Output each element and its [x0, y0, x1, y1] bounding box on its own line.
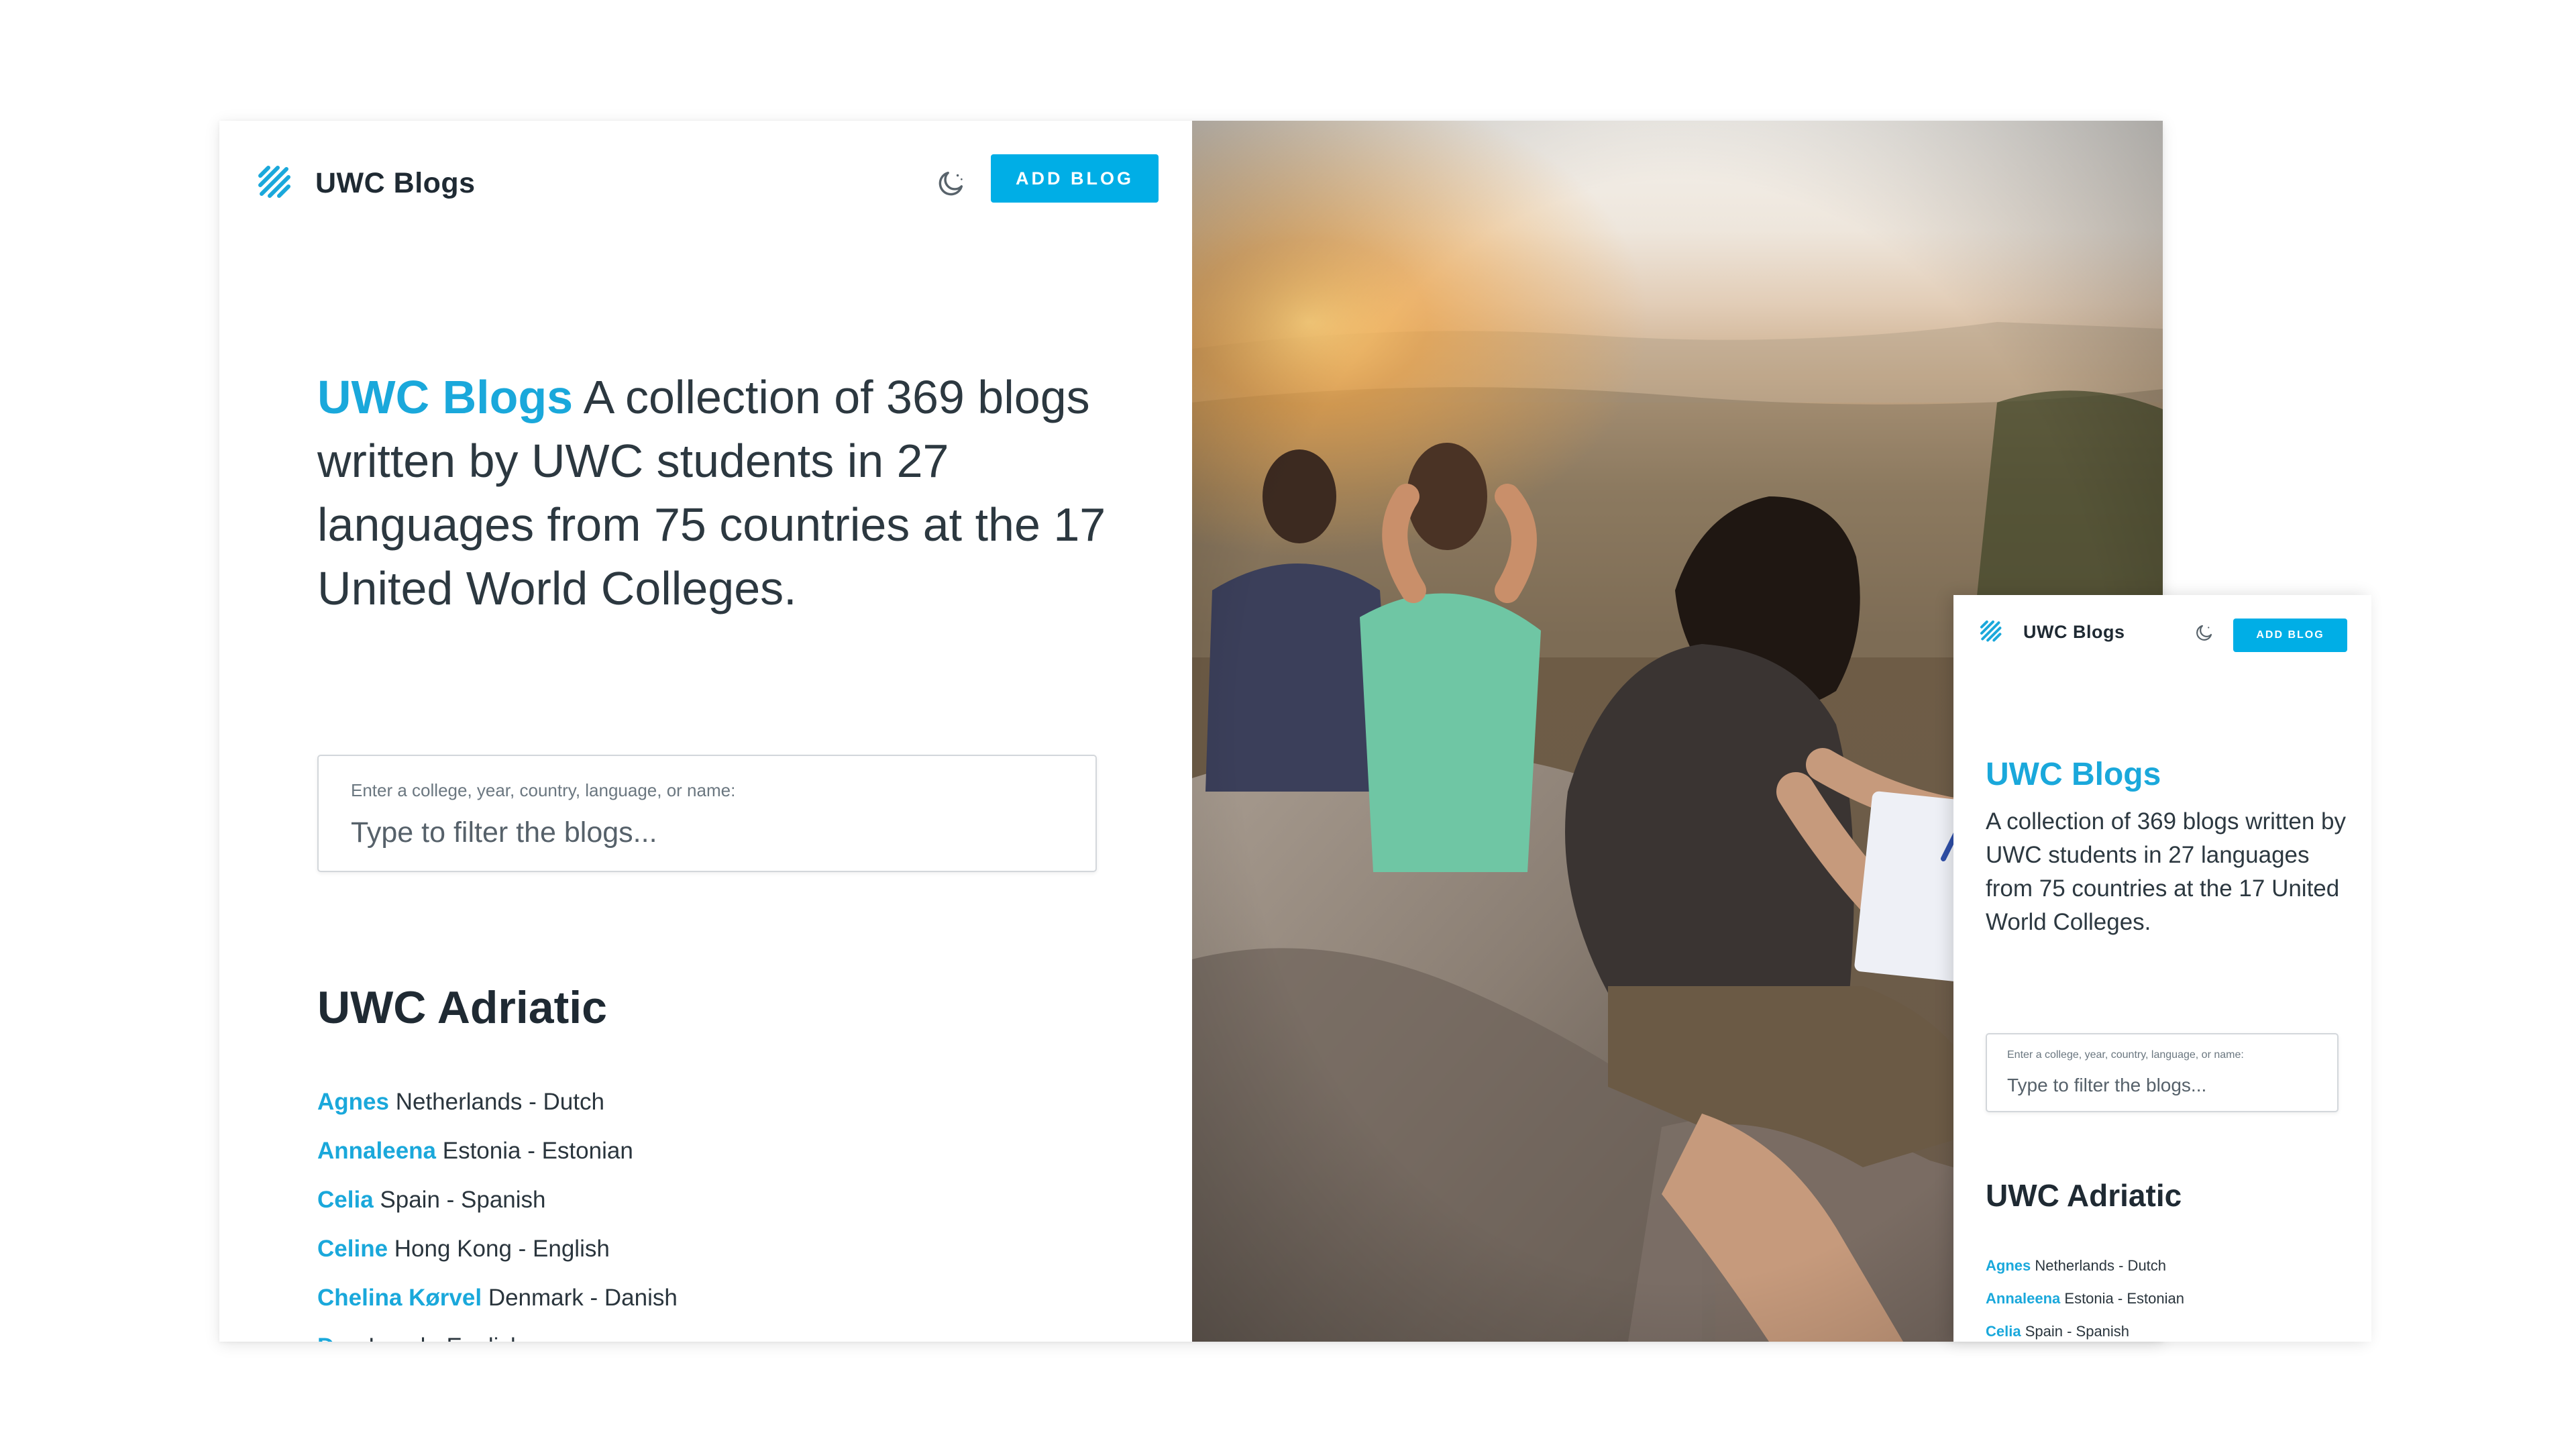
search-label: Enter a college, year, country, language…	[351, 780, 736, 800]
intro-text: UWC Blogs A collection of 369 blogs writ…	[317, 366, 1149, 621]
theme-toggle[interactable]	[932, 164, 970, 202]
mobile-add-blog-button[interactable]: ADD BLOG	[2233, 619, 2347, 652]
add-blog-button[interactable]: ADD BLOG	[991, 154, 1159, 203]
mobile-section-title: UWC Adriatic	[1986, 1178, 2182, 1213]
mobile-list-item: Annaleena Estonia - Estonian	[1986, 1282, 2212, 1315]
blog-link[interactable]: Chelina Kørvel	[317, 1285, 482, 1311]
blog-detail: Israel - English	[368, 1334, 523, 1342]
intro-highlight: UWC Blogs	[317, 371, 574, 423]
blog-link[interactable]: Dan	[317, 1334, 362, 1342]
desktop-window: UWC Blogs ADD BLOG UWC Blogs A collectio…	[219, 121, 2163, 1342]
mobile-blog-link[interactable]: Annaleena	[1986, 1290, 2060, 1307]
moon-icon	[938, 171, 963, 196]
mobile-logo-icon	[1980, 620, 2002, 642]
mobile-blog-detail: Estonia - Estonian	[2064, 1290, 2184, 1307]
blog-link[interactable]: Agnes	[317, 1089, 389, 1115]
list-item: Dan Israel - English	[317, 1322, 678, 1342]
mobile-search-input[interactable]	[2007, 1072, 2322, 1099]
list-item: Chelina Kørvel Denmark - Danish	[317, 1273, 678, 1322]
mobile-blog-link[interactable]: Celia	[1986, 1323, 2021, 1340]
mobile-window: UWC Blogs ADD BLOG UWC Blogs A collectio…	[1953, 595, 2371, 1342]
logo-icon	[258, 166, 290, 198]
mobile-blog-link[interactable]: Agnes	[1986, 1257, 2031, 1274]
list-item: Agnes Netherlands - Dutch	[317, 1077, 678, 1126]
list-item: Annaleena Estonia - Estonian	[317, 1126, 678, 1175]
list-item: Celia Spain - Spanish	[317, 1175, 678, 1224]
mobile-theme-toggle[interactable]	[2192, 621, 2216, 645]
list-item: Celine Hong Kong - English	[317, 1224, 678, 1273]
mobile-brand-name: UWC Blogs	[2023, 621, 2125, 642]
blog-detail: Spain - Spanish	[380, 1187, 546, 1213]
mobile-moon-icon	[2196, 625, 2212, 641]
blog-link[interactable]: Celia	[317, 1187, 374, 1213]
mobile-blog-detail: Netherlands - Dutch	[2035, 1257, 2167, 1274]
mobile-list-item: Agnes Netherlands - Dutch	[1986, 1249, 2212, 1282]
search-input[interactable]	[351, 813, 1062, 852]
header-logo[interactable]: UWC Blogs	[256, 160, 476, 207]
blog-list: Agnes Netherlands - Dutch Annaleena Eston…	[317, 1077, 678, 1342]
blog-detail: Estonia - Estonian	[442, 1138, 633, 1164]
mobile-list-item: Celia Spain - Spanish	[1986, 1315, 2212, 1342]
mobile-search-box[interactable]: Enter a college, year, country, language…	[1986, 1033, 2339, 1112]
blog-link[interactable]: Celine	[317, 1236, 388, 1262]
mobile-intro-body: A collection of 369 blogs written by UWC…	[1986, 808, 2346, 935]
mobile-header-logo[interactable]: UWC Blogs	[1979, 618, 2125, 646]
desktop-content: UWC Blogs ADD BLOG UWC Blogs A collectio…	[219, 121, 1192, 1342]
mobile-blog-detail: Spain - Spanish	[2025, 1323, 2130, 1340]
mobile-blog-list: Agnes Netherlands - Dutch Annaleena Eston…	[1986, 1249, 2212, 1342]
mobile-intro-highlight: UWC Blogs	[1986, 757, 2161, 792]
blog-detail: Hong Kong - English	[394, 1236, 610, 1262]
blog-detail: Denmark - Danish	[488, 1285, 678, 1311]
blog-detail: Netherlands - Dutch	[395, 1089, 604, 1115]
blog-link[interactable]: Annaleena	[317, 1138, 436, 1164]
mobile-search-label: Enter a college, year, country, language…	[2007, 1049, 2244, 1061]
search-box[interactable]: Enter a college, year, country, language…	[317, 755, 1097, 872]
section-title: UWC Adriatic	[317, 982, 607, 1033]
brand-name: UWC Blogs	[315, 166, 476, 199]
